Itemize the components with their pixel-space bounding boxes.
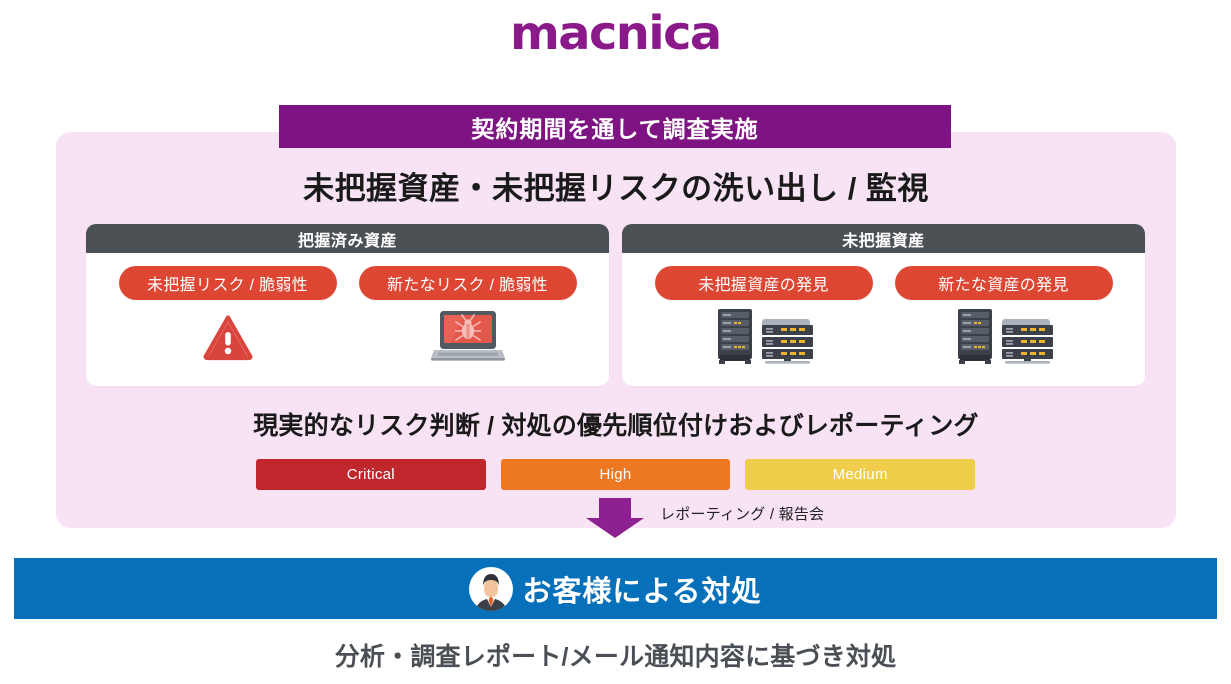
pill-row: 未把握リスク / 脆弱性 新たなリスク / 脆弱性	[86, 253, 609, 300]
severity-bar-medium[interactable]: Medium	[745, 459, 976, 490]
businessman-avatar-icon	[469, 566, 514, 611]
card-known-assets: 把握済み資産 未把握リスク / 脆弱性 新たなリスク / 脆弱性	[86, 224, 609, 386]
severity-bar-row: Critical High Medium	[256, 459, 976, 490]
icon-slot	[655, 306, 873, 366]
severity-bar-high[interactable]: High	[500, 459, 731, 490]
warning-triangle-icon	[200, 313, 255, 361]
contract-period-banner: 契約期間を通して調査実施	[279, 105, 951, 148]
card-unknown-assets: 未把握資産 未把握資産の発見 新たな資産の発見	[622, 224, 1145, 386]
reporting-label: レポーティング / 報告会	[660, 506, 825, 523]
risk-judgement-label: 現実的なリスク判断 / 対処の優先順位付けおよびレポーティング	[253, 412, 979, 440]
logo-text: macnica	[510, 6, 722, 60]
card-unknown-assets-body: 未把握資産の発見 新たな資産の発見	[622, 253, 1145, 386]
down-arrow-icon	[586, 498, 644, 538]
pill-unknown-asset-discovery[interactable]: 未把握資産の発見	[654, 266, 873, 300]
pill-unknown-risk[interactable]: 未把握リスク / 脆弱性	[118, 266, 337, 300]
server-rack-icon	[957, 309, 1053, 364]
bottom-caption: 分析・調査レポート/メール通知内容に基づき対処	[334, 643, 897, 671]
pill-new-risk[interactable]: 新たなリスク / 脆弱性	[358, 266, 577, 300]
icon-row	[86, 306, 609, 366]
customer-action-label: お客様による対処	[522, 575, 762, 608]
pill-row: 未把握資産の発見 新たな資産の発見	[622, 253, 1145, 300]
customer-action-banner: お客様による対処	[14, 558, 1217, 619]
panel-heading: 未把握資産・未把握リスクの洗い出し / 監視	[303, 171, 929, 206]
severity-bar-critical[interactable]: Critical	[256, 459, 486, 490]
card-known-assets-body: 未把握リスク / 脆弱性 新たなリスク / 脆弱性	[86, 253, 609, 386]
server-rack-icon	[717, 309, 813, 364]
pill-new-asset-discovery[interactable]: 新たな資産の発見	[894, 266, 1113, 300]
card-unknown-assets-header: 未把握資産	[622, 224, 1145, 253]
card-known-assets-header: 把握済み資産	[86, 224, 609, 253]
icon-slot	[359, 306, 577, 366]
contract-period-banner-label: 契約期間を通して調査実施	[471, 115, 759, 142]
icon-slot	[119, 306, 337, 366]
icon-row	[622, 306, 1145, 366]
brand-logo: macnica	[0, 10, 1231, 56]
laptop-bug-icon	[430, 311, 505, 361]
icon-slot	[895, 306, 1113, 366]
